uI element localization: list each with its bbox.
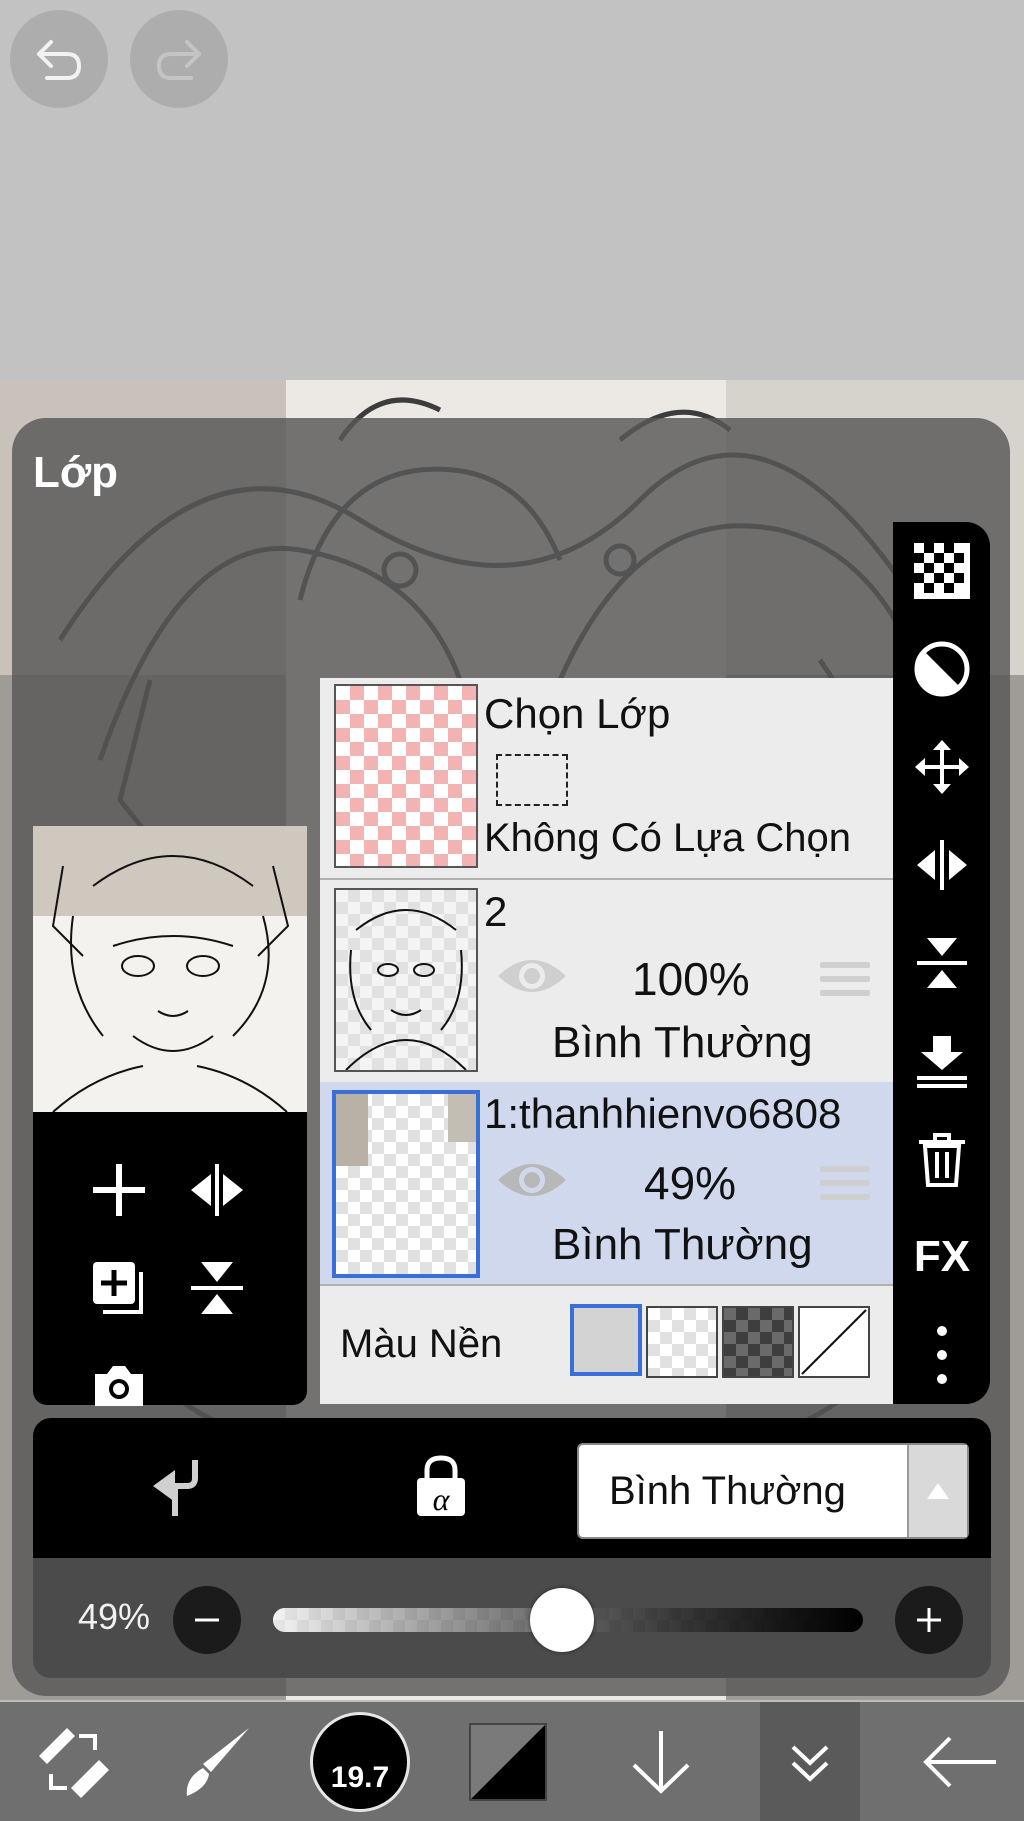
- minus-icon: [195, 1618, 219, 1622]
- background-color-row: Màu Nền: [320, 1284, 893, 1404]
- back-button[interactable]: [910, 1702, 1010, 1821]
- camera-icon: [95, 1366, 143, 1406]
- diagonal-icon: [801, 1309, 867, 1375]
- brush-size-circle: 19.7: [310, 1711, 410, 1812]
- layer-actions: [33, 1112, 307, 1406]
- bg-option-transparent[interactable]: [646, 1306, 718, 1378]
- eye-icon: [498, 960, 566, 992]
- brush-size-button[interactable]: 19.7: [308, 1702, 412, 1821]
- redo-button[interactable]: [130, 10, 228, 108]
- layer-opacity[interactable]: 49%: [644, 1156, 736, 1210]
- plus-icon: [93, 1164, 145, 1216]
- fx-icon: FX: [913, 1232, 971, 1281]
- canvas-preview: [33, 826, 307, 1112]
- down-arrow-icon: [632, 1730, 690, 1794]
- opacity-bar: 49%: [33, 1558, 991, 1678]
- move-button[interactable]: [907, 732, 977, 802]
- layer-list: Chọn Lớp Không Có Lựa Chọn 2 100% Bình T…: [320, 678, 893, 1404]
- delete-layer-button[interactable]: [907, 1124, 977, 1194]
- flip-horizontal-icon: [917, 840, 967, 890]
- alpha-lock-button[interactable]: α: [413, 1454, 469, 1523]
- layers-collapse-icon: [791, 1745, 829, 1782]
- undo-icon: [37, 40, 82, 80]
- opacity-slider-knob[interactable]: [530, 1588, 595, 1652]
- bottom-toolbar: 19.7: [0, 1702, 1024, 1821]
- alpha-lock-icon: α: [417, 1455, 465, 1517]
- visibility-toggle[interactable]: [496, 1156, 568, 1209]
- bg-option-none[interactable]: [798, 1306, 870, 1378]
- layers-button[interactable]: [760, 1702, 860, 1821]
- contrast-icon: [914, 641, 970, 697]
- move-icon: [915, 740, 969, 794]
- more-icon: [937, 1326, 947, 1384]
- drag-handle[interactable]: [820, 1166, 870, 1208]
- back-arrow-icon: [923, 1736, 996, 1787]
- opacity-increase-button[interactable]: [895, 1586, 963, 1654]
- triangle-up-icon: [927, 1483, 949, 1499]
- plus-icon: [917, 1608, 941, 1632]
- layer-thumbnail: [332, 1090, 480, 1278]
- preview-sketch: [51, 855, 290, 1112]
- layer-name: 2: [484, 888, 508, 935]
- clip-arrow-icon: [153, 1460, 198, 1516]
- bg-option-light-grey[interactable]: [570, 1304, 642, 1376]
- trash-icon: [919, 1133, 965, 1187]
- transform-icon: [39, 1727, 109, 1798]
- eye-icon: [498, 1164, 566, 1196]
- fx-button[interactable]: FX: [907, 1222, 977, 1292]
- layer-thumbnail-sketch: [345, 909, 467, 1071]
- merge-down-button[interactable]: [907, 1026, 977, 1096]
- blend-mode-select[interactable]: Bình Thường: [577, 1443, 969, 1539]
- background-color-label: Màu Nền: [340, 1322, 503, 1366]
- layer-row[interactable]: 2 100% Bình Thường: [320, 878, 893, 1084]
- transparency-button[interactable]: [907, 536, 977, 606]
- drag-handle[interactable]: [820, 962, 870, 1004]
- visibility-toggle[interactable]: [496, 952, 568, 1005]
- layer-name: Chọn Lớp: [484, 690, 671, 737]
- opacity-label: 49%: [78, 1596, 151, 1637]
- opacity-decrease-button[interactable]: [173, 1586, 241, 1654]
- layer-thumbnail: [334, 684, 478, 868]
- add-layer-button[interactable]: [87, 1158, 151, 1222]
- contrast-button[interactable]: [907, 634, 977, 704]
- selection-layer-row[interactable]: Chọn Lớp Không Có Lựa Chọn: [320, 678, 893, 880]
- checker-icon: [914, 543, 970, 599]
- flip-layer-horizontal-button[interactable]: [185, 1158, 249, 1222]
- blend-mode-dropdown[interactable]: [909, 1445, 967, 1537]
- panel-title: Lớp: [33, 448, 119, 497]
- flip-vertical-button[interactable]: [907, 928, 977, 998]
- flip-layer-vertical-button[interactable]: [185, 1256, 249, 1320]
- brush-size-value: 19.7: [330, 1760, 390, 1794]
- brush-tool-button[interactable]: [160, 1702, 270, 1821]
- color-swatch-icon: [469, 1722, 547, 1801]
- selection-status: Không Có Lựa Chọn: [484, 816, 852, 860]
- clipping-button[interactable]: [145, 1454, 209, 1523]
- layer-tool-bar: FX: [893, 522, 990, 1404]
- layer-opacity[interactable]: 100%: [632, 952, 750, 1006]
- layer-name: 1:thanhhienvo6808: [484, 1090, 842, 1137]
- merge-down-icon: [917, 1036, 967, 1088]
- brush-icon: [186, 1727, 249, 1796]
- color-swatch-button[interactable]: [466, 1702, 550, 1821]
- svg-text:α: α: [433, 1481, 451, 1517]
- bg-option-dark[interactable]: [722, 1306, 794, 1378]
- more-button[interactable]: [907, 1320, 977, 1390]
- flip-horizontal-button[interactable]: [907, 830, 977, 900]
- transform-tool-button[interactable]: [18, 1702, 128, 1821]
- camera-button[interactable]: [87, 1354, 151, 1418]
- duplicate-layer-button[interactable]: [87, 1256, 151, 1320]
- selection-rect-icon: [496, 754, 568, 806]
- flip-vertical-icon: [917, 938, 967, 988]
- duplicate-icon: [93, 1262, 143, 1314]
- layer-blend-mode: Bình Thường: [552, 1220, 813, 1269]
- redo-icon: [156, 40, 201, 80]
- layer-blend-mode: Bình Thường: [552, 1018, 813, 1067]
- blend-mode-value: Bình Thường: [609, 1469, 846, 1513]
- down-arrow-button[interactable]: [616, 1702, 706, 1821]
- layer-thumbnail: [334, 888, 478, 1072]
- flip-vertical-icon: [191, 1262, 243, 1314]
- flip-horizontal-icon: [191, 1164, 243, 1216]
- undo-button[interactable]: [10, 10, 108, 108]
- layer-row-selected[interactable]: 1:thanhhienvo6808 49% Bình Thường: [320, 1082, 893, 1286]
